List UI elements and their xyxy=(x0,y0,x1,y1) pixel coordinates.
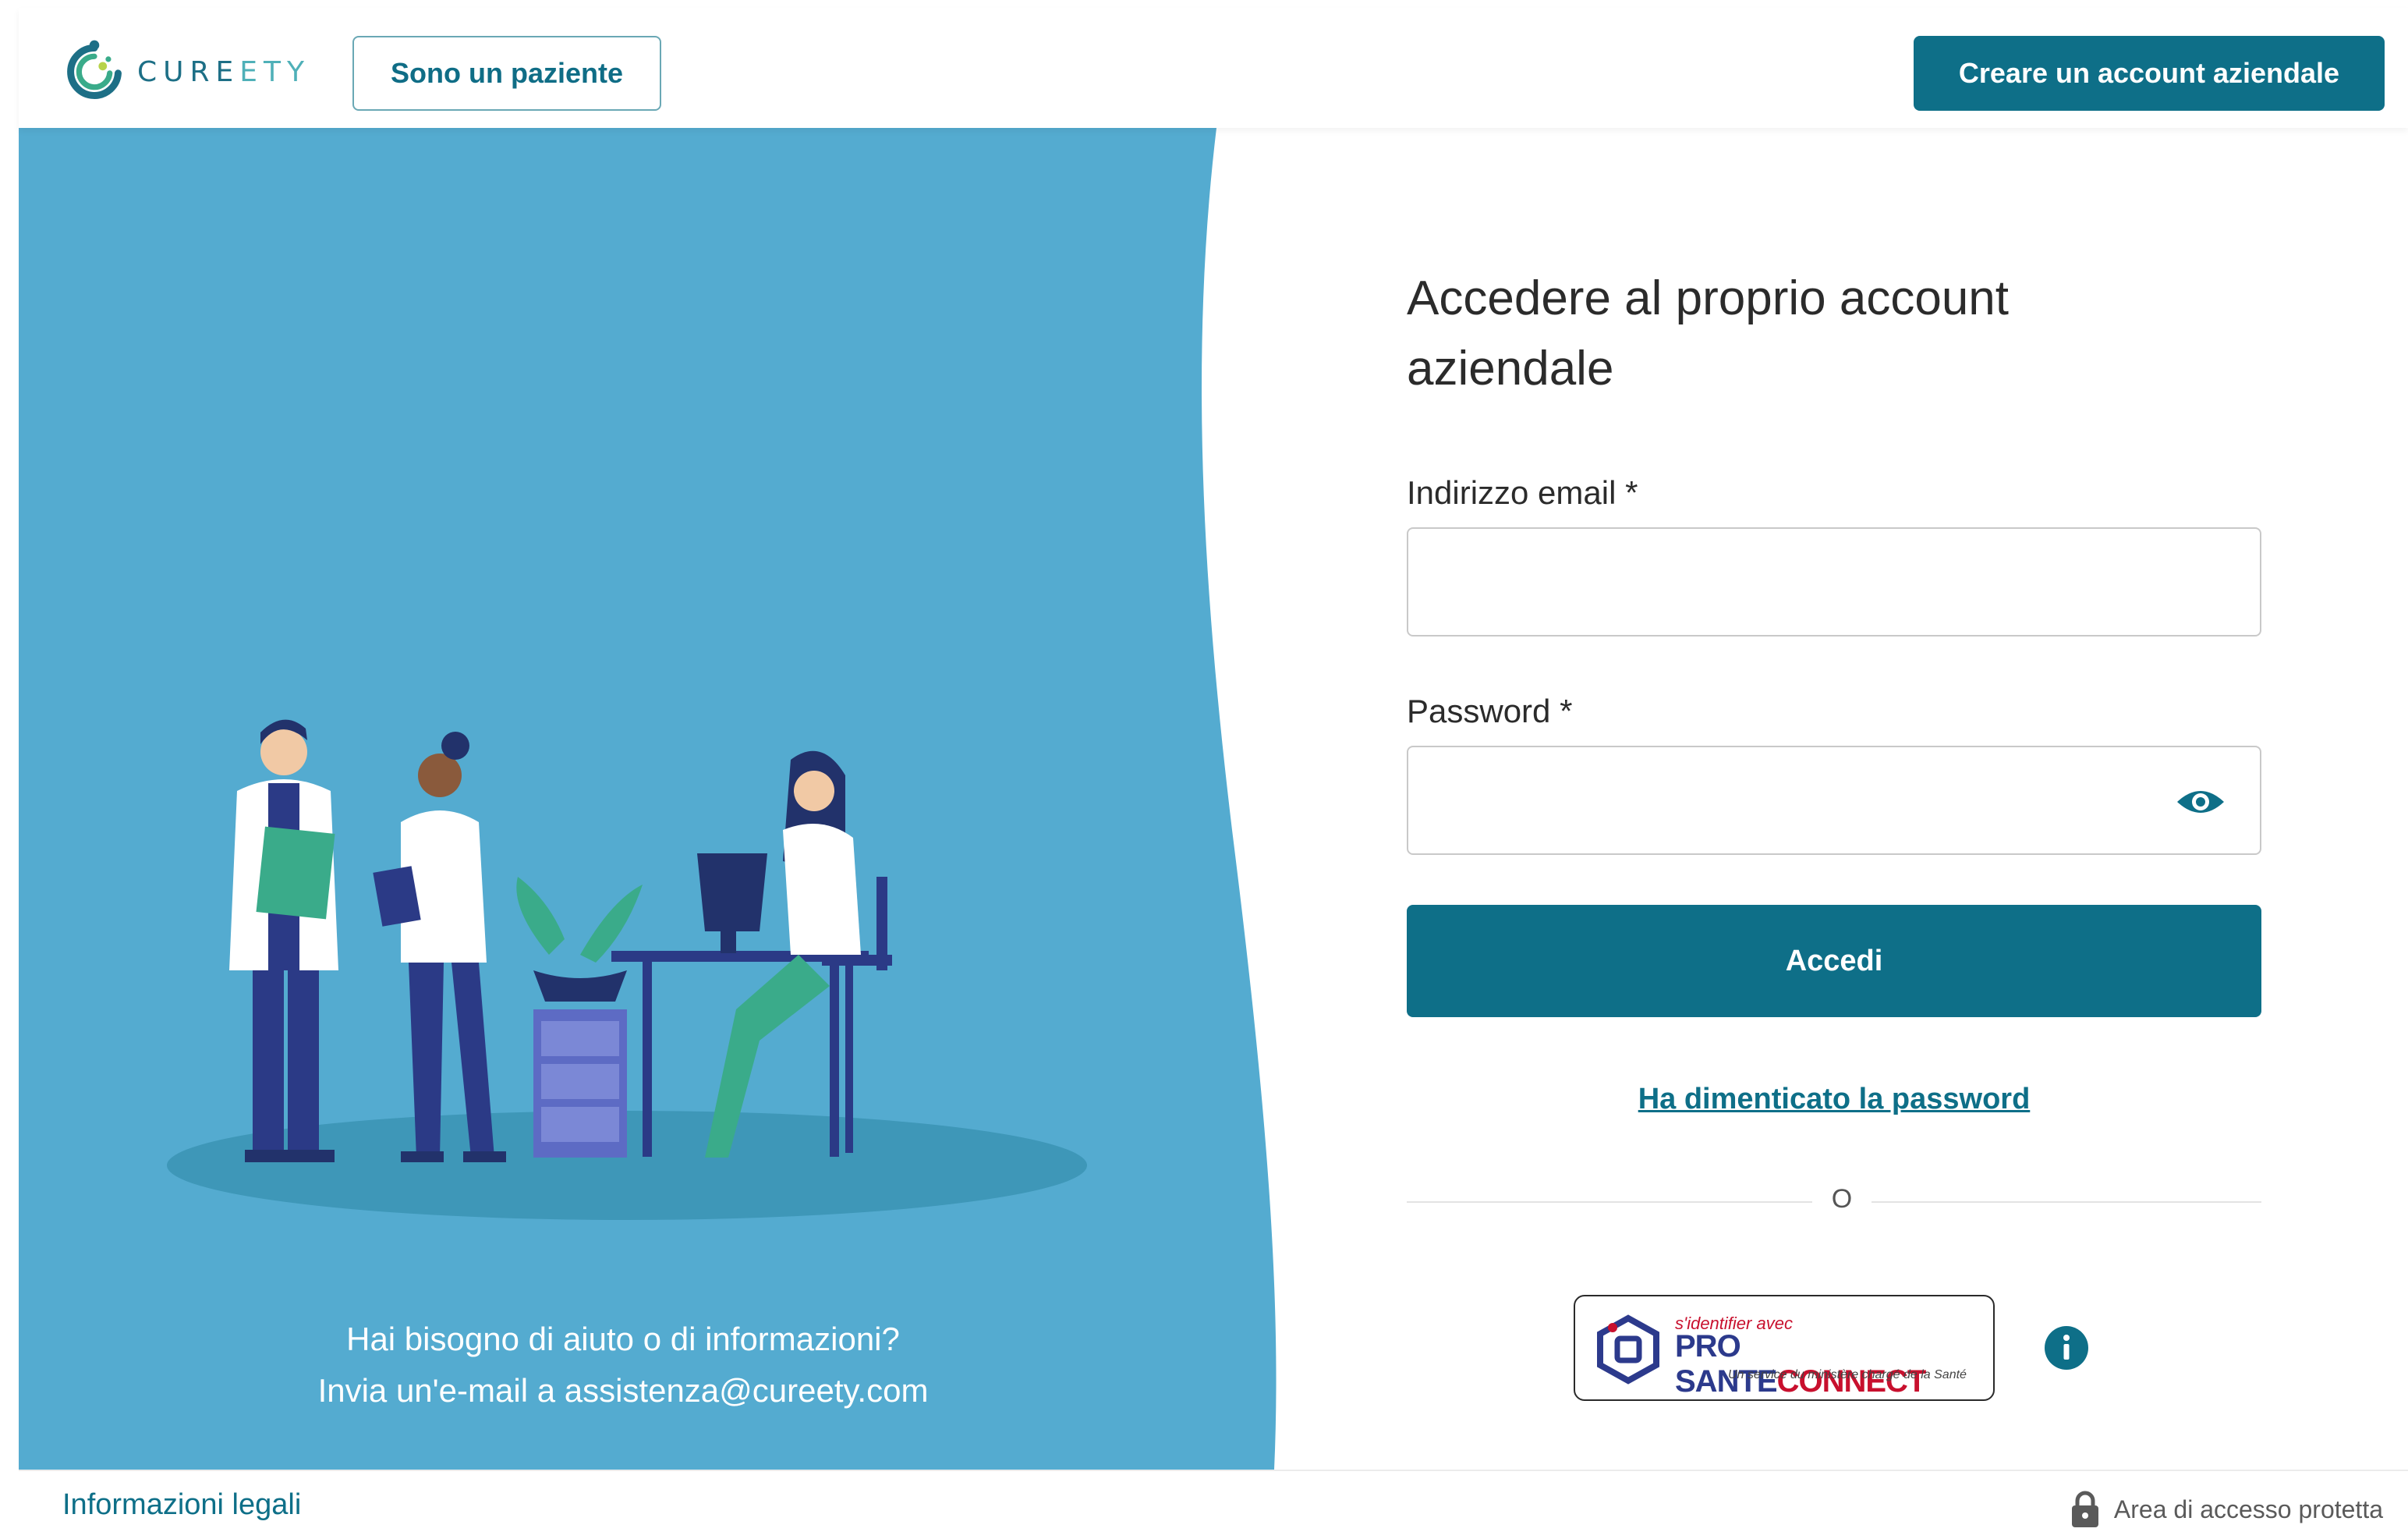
help-text: Hai bisogno di aiuto o di informazioni? … xyxy=(19,1314,1227,1417)
forgot-password-link[interactable]: Ha dimenticato la password xyxy=(1407,1083,2261,1116)
footer: Informazioni legali Area di accesso prot… xyxy=(19,1470,2408,1539)
login-submit-button[interactable]: Accedi xyxy=(1407,905,2261,1017)
lock-icon xyxy=(2071,1491,2098,1527)
divider-right xyxy=(1872,1201,2261,1203)
login-title-line2: aziendale xyxy=(1407,342,1614,395)
email-field[interactable] xyxy=(1408,529,2260,635)
password-label: Password * xyxy=(1407,693,1573,729)
medical-staff-illustration xyxy=(167,719,1087,1220)
legal-info-link[interactable]: Informazioni legali xyxy=(62,1488,301,1522)
cureety-logo[interactable]: CUREETY xyxy=(61,31,310,112)
eye-icon[interactable] xyxy=(2176,785,2226,819)
password-field-box xyxy=(1407,746,2261,855)
psc-brand: PRO SANTECONNECT xyxy=(1675,1329,1993,1399)
email-label: Indirizzo email * xyxy=(1407,474,1638,511)
help-line-question: Hai bisogno di aiuto o di informazioni? xyxy=(346,1321,900,1357)
nurse-figure xyxy=(373,732,506,1162)
divider-left xyxy=(1407,1201,1812,1203)
top-navbar: CUREETY Sono un paziente Creare un accou… xyxy=(19,8,2408,128)
desk-plant xyxy=(516,877,643,1158)
patient-button[interactable]: Sono un paziente xyxy=(352,36,661,111)
logo-text-dark: CURE xyxy=(137,55,240,88)
login-title-line1: Accedere al proprio account xyxy=(1407,271,2010,325)
logo-text-light: ETY xyxy=(239,55,310,88)
help-line-email[interactable]: Invia un'e-mail a assistenza@cureety.com xyxy=(19,1365,1227,1417)
psc-brand-pro: PRO xyxy=(1675,1329,1741,1363)
pro-sante-connect-logo-icon xyxy=(1597,1314,1659,1385)
doctor-figure xyxy=(229,719,338,1162)
login-title: Accedere al proprio account aziendale xyxy=(1407,264,2187,404)
page-gutter xyxy=(0,0,19,1537)
email-field-box xyxy=(1407,527,2261,637)
password-field[interactable] xyxy=(1408,747,2260,853)
pro-sante-connect-button[interactable]: s'identifier avec PRO SANTECONNECT Un se… xyxy=(1574,1295,1995,1401)
psc-subtitle: Un service du ministère chargé de la San… xyxy=(1728,1368,1967,1381)
divider-or: O xyxy=(1831,1184,1853,1214)
create-business-account-button[interactable]: Creare un account aziendale xyxy=(1914,36,2385,111)
info-icon[interactable] xyxy=(2045,1326,2088,1370)
hero-panel: Hai bisogno di aiuto o di informazioni? … xyxy=(19,128,1298,1470)
logo-wordmark: CUREETY xyxy=(137,56,310,88)
cureety-logo-icon xyxy=(67,40,122,99)
secure-area-text: Area di accesso protetta xyxy=(2113,1495,2383,1523)
secure-area-notice: Area di accesso protetta xyxy=(2070,1490,2383,1529)
